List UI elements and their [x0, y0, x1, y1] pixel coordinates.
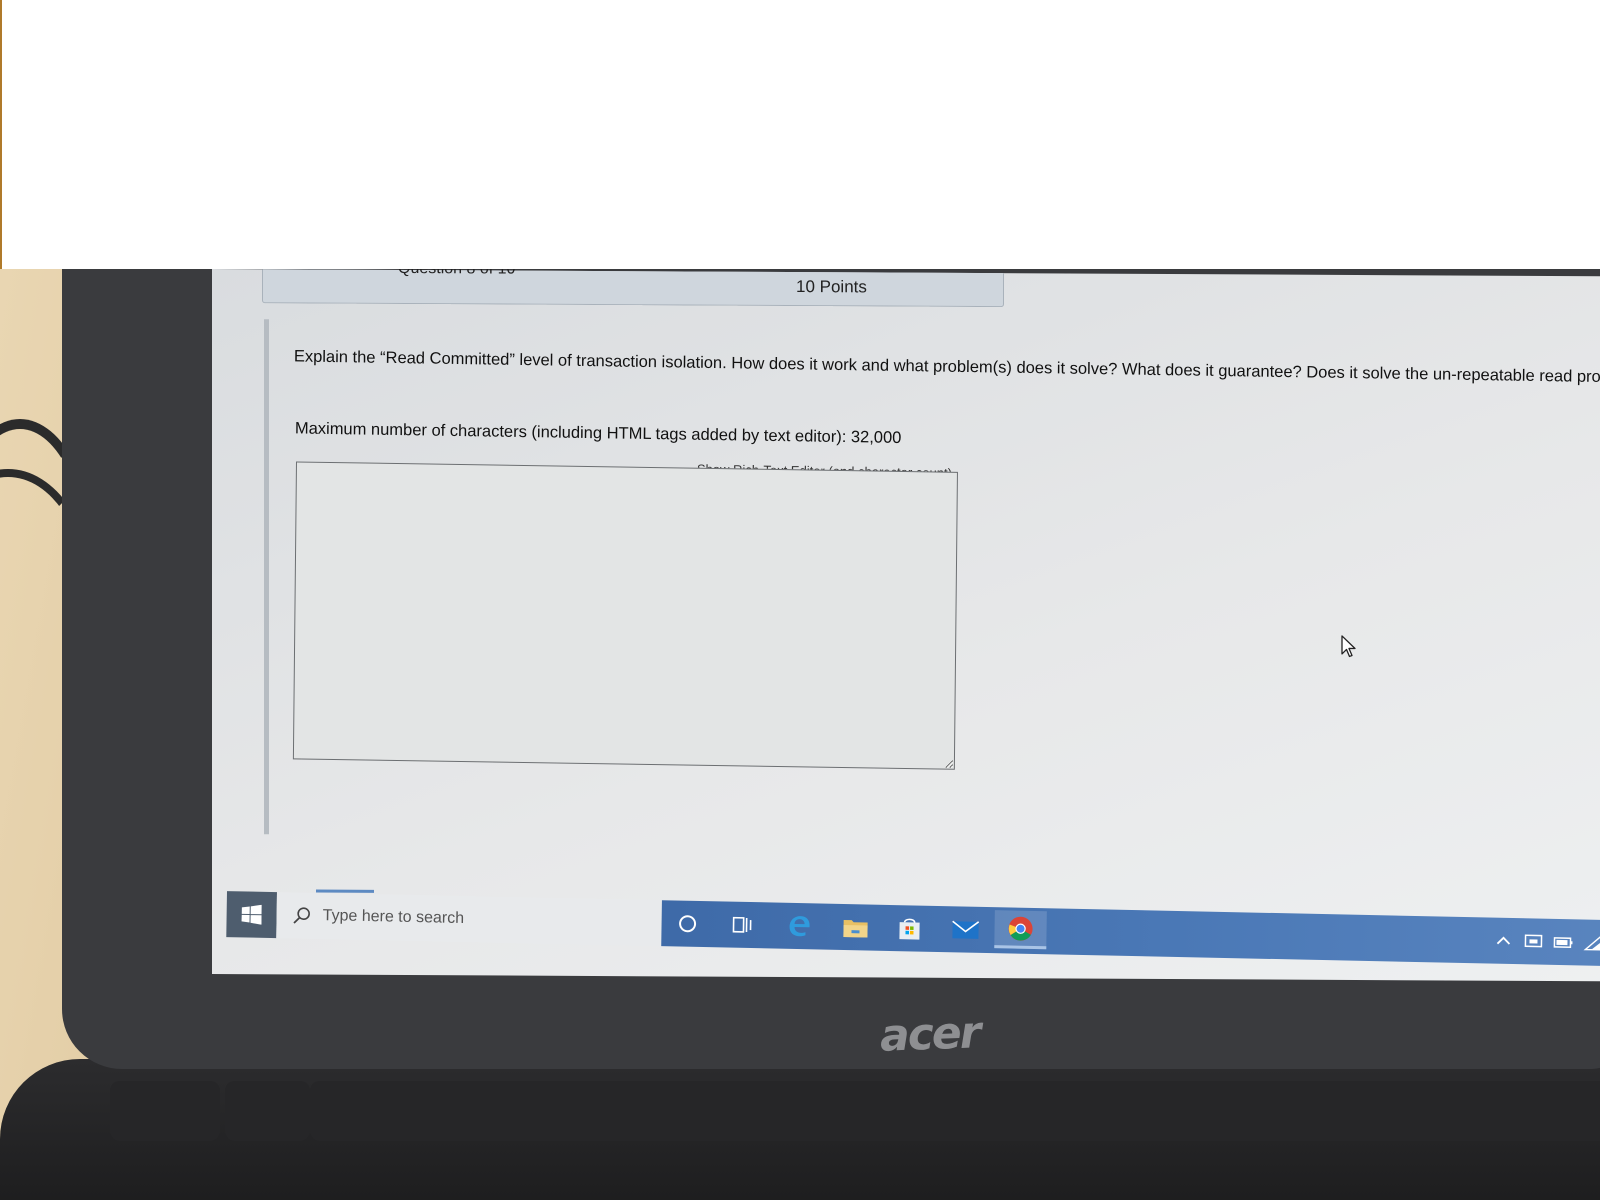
question-header: Question 8 of 10 10 Points	[262, 269, 1004, 308]
taskbar-search[interactable]: Type here to search	[276, 892, 662, 947]
question-accent-bar	[264, 319, 269, 835]
network-icon[interactable]	[1523, 932, 1543, 950]
blank-region	[0, 0, 1600, 269]
search-placeholder: Type here to search	[322, 907, 465, 928]
taskbar: Type here to search	[226, 891, 1600, 976]
mouse-pointer-icon	[1341, 635, 1356, 658]
answer-textarea[interactable]	[292, 461, 958, 770]
file-explorer-icon[interactable]	[839, 911, 871, 944]
store-icon[interactable]	[893, 912, 925, 945]
taskbar-apps	[661, 900, 1600, 968]
start-button[interactable]	[226, 891, 277, 939]
question-points: 10 Points	[796, 277, 867, 297]
screen: Question 8 of 10 10 Points Explain the “…	[212, 269, 1600, 982]
mail-icon[interactable]	[949, 913, 981, 946]
hinge	[310, 1081, 1600, 1141]
chrome-icon[interactable]	[994, 910, 1047, 950]
wifi-icon[interactable]	[1583, 933, 1600, 951]
acer-logo: acer	[879, 1007, 981, 1062]
question-counter: Question 8 of 10	[398, 269, 515, 279]
laptop-bezel: Question 8 of 10 10 Points Explain the “…	[62, 269, 1600, 1069]
hinge	[225, 1081, 310, 1141]
edge-icon[interactable]	[783, 910, 815, 943]
task-view-icon[interactable]	[726, 909, 758, 942]
chevron-up-icon[interactable]	[1493, 932, 1513, 950]
cortana-icon[interactable]	[671, 907, 703, 940]
windows-icon	[241, 904, 262, 925]
battery-icon[interactable]	[1553, 933, 1573, 951]
question-text: Explain the “Read Committed” level of tr…	[293, 347, 1600, 387]
hinge	[110, 1081, 220, 1141]
max-characters-note: Maximum number of characters (including …	[294, 419, 902, 447]
photo-scene: Question 8 of 10 10 Points Explain the “…	[0, 269, 1600, 1200]
search-icon	[293, 907, 310, 924]
